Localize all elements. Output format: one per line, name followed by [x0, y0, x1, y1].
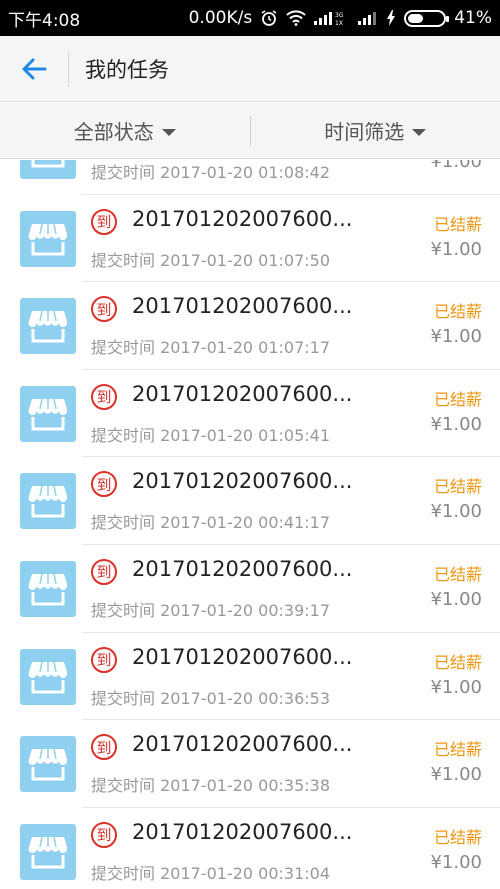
task-list[interactable]: 到 201701202007600... 提交时间 2017-01-20 01:…	[0, 160, 500, 889]
shop-icon	[20, 473, 76, 530]
task-row[interactable]: 到 201701202007600... 提交时间 2017-01-20 01:…	[0, 282, 500, 370]
submit-time: 提交时间 2017-01-20 00:35:38	[91, 776, 331, 796]
arrival-badge: 到	[91, 558, 117, 585]
reward-amount: ¥1.00	[430, 326, 482, 348]
order-number: 201701202007600...	[132, 294, 353, 319]
submit-time: 提交时间 2017-01-20 01:08:42	[91, 163, 331, 182]
chevron-down-icon	[161, 128, 176, 136]
shop-icon	[20, 823, 76, 880]
submit-time: 提交时间 2017-01-20 00:39:17	[91, 600, 331, 620]
back-button[interactable]	[0, 36, 68, 102]
shop-icon	[20, 560, 76, 617]
arrival-badge: 到	[91, 734, 117, 761]
order-number: 201701202007600...	[132, 206, 353, 231]
chevron-down-icon	[412, 128, 427, 136]
shop-icon	[20, 298, 76, 355]
status-right: 0.00K/s 3G 1X 41%	[189, 8, 492, 28]
submit-time: 提交时间 2017-01-20 01:07:17	[91, 338, 331, 358]
time-filter-label: 时间筛选	[324, 120, 405, 144]
payment-status: 已结薪	[433, 827, 482, 847]
shop-icon	[20, 210, 76, 267]
payment-status: 已结薪	[433, 214, 482, 234]
task-row[interactable]: 到 201701202007600... 提交时间 2017-01-20 00:…	[0, 545, 500, 633]
task-row[interactable]: 到 201701202007600... 提交时间 2017-01-20 01:…	[0, 370, 500, 458]
order-number: 201701202007600...	[132, 732, 353, 757]
shop-icon	[20, 160, 76, 179]
task-list-inner: 到 201701202007600... 提交时间 2017-01-20 01:…	[0, 160, 500, 889]
payment-status: 已结薪	[433, 477, 482, 497]
reward-amount: ¥1.00	[430, 588, 482, 610]
svg-text:3G: 3G	[335, 12, 344, 19]
arrival-badge: 到	[91, 471, 117, 498]
submit-time: 提交时间 2017-01-20 00:31:04	[91, 863, 331, 883]
submit-time: 提交时间 2017-01-20 00:36:53	[91, 688, 331, 708]
arrival-badge: 到	[91, 208, 117, 235]
battery-icon	[404, 9, 450, 27]
order-number: 201701202007600...	[132, 819, 353, 844]
task-row[interactable]: 到 201701202007600... 提交时间 2017-01-20 00:…	[0, 633, 500, 721]
status-bar: 下午4:08 0.00K/s 3G 1X 41%	[0, 0, 500, 36]
payment-status: 已结薪	[433, 740, 482, 760]
shop-icon	[20, 736, 76, 793]
order-number: 201701202007600...	[132, 381, 353, 406]
status-filter-dropdown[interactable]: 全部状态	[0, 103, 250, 159]
task-row[interactable]: 到 201701202007600... 提交时间 2017-01-20 00:…	[0, 457, 500, 545]
reward-amount: ¥1.00	[430, 413, 482, 435]
payment-status: 已结薪	[433, 302, 482, 322]
shop-icon	[20, 648, 76, 705]
signal-icon	[358, 10, 378, 26]
svg-text:1X: 1X	[335, 20, 343, 26]
submit-time: 提交时间 2017-01-20 01:05:41	[91, 425, 331, 445]
wifi-icon	[286, 10, 306, 26]
task-row[interactable]: 到 201701202007600... 提交时间 2017-01-20 00:…	[0, 720, 500, 808]
page-title: 我的任务	[85, 57, 169, 82]
back-arrow-icon	[22, 58, 47, 79]
order-number: 201701202007600...	[132, 469, 353, 494]
arrival-badge: 到	[91, 383, 117, 410]
battery-percent: 41%	[454, 8, 492, 28]
payment-status: 已结薪	[433, 564, 482, 584]
app-header: 我的任务	[0, 36, 500, 102]
arrival-badge: 到	[91, 296, 117, 323]
task-row[interactable]: 到 201701202007600... 提交时间 2017-01-20 01:…	[0, 160, 500, 195]
order-number: 201701202007600...	[132, 556, 353, 581]
shop-icon	[20, 385, 76, 442]
reward-amount: ¥1.00	[430, 851, 482, 873]
time-filter-dropdown[interactable]: 时间筛选	[251, 103, 500, 159]
reward-amount: ¥1.00	[430, 160, 482, 172]
network-speed: 0.00K/s	[188, 8, 253, 28]
arrival-badge: 到	[91, 821, 117, 848]
task-row[interactable]: 到 201701202007600... 提交时间 2017-01-20 01:…	[0, 195, 500, 283]
reward-amount: ¥1.00	[430, 676, 482, 698]
header-divider	[68, 50, 69, 87]
alarm-icon	[260, 9, 278, 27]
arrival-badge: 到	[91, 646, 117, 673]
reward-amount: ¥1.00	[430, 764, 482, 786]
submit-time: 提交时间 2017-01-20 01:07:50	[91, 250, 331, 270]
status-filter-label: 全部状态	[73, 120, 154, 144]
status-time: 下午4:08	[8, 10, 81, 31]
payment-status: 已结薪	[433, 652, 482, 672]
submit-time: 提交时间 2017-01-20 00:41:17	[91, 513, 331, 533]
reward-amount: ¥1.00	[430, 501, 482, 523]
signal-3g-icon: 3G 1X	[314, 10, 350, 26]
task-row[interactable]: 到 201701202007600... 提交时间 2017-01-20 00:…	[0, 808, 500, 889]
payment-status: 已结薪	[433, 389, 482, 409]
charging-icon	[386, 10, 396, 26]
reward-amount: ¥1.00	[430, 238, 482, 260]
filter-bar: 全部状态 时间筛选	[0, 103, 500, 159]
order-number: 201701202007600...	[132, 644, 353, 669]
